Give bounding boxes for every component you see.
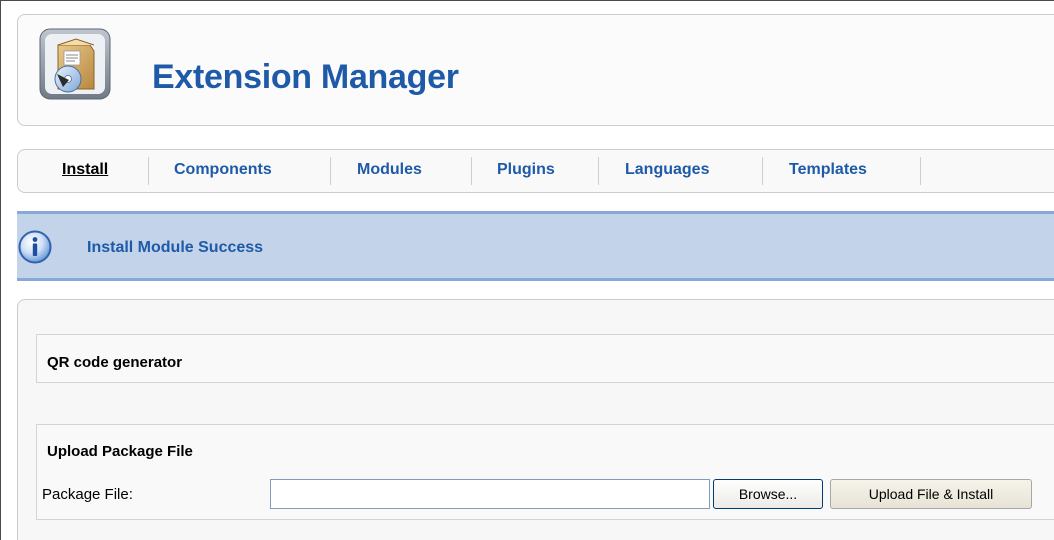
tab-components[interactable]: Components: [174, 161, 272, 179]
page-title: Extension Manager: [152, 58, 459, 96]
tab-modules[interactable]: Modules: [357, 161, 422, 179]
tabs-bar: Install Components Modules Plugins Langu…: [17, 149, 1054, 193]
tab-plugins[interactable]: Plugins: [497, 161, 555, 179]
module-name: QR code generator: [47, 354, 183, 371]
package-file-input[interactable]: [270, 479, 710, 509]
info-icon: [18, 230, 52, 264]
main-panel: QR code generator Upload Package File Pa…: [17, 299, 1054, 540]
extension-box-icon: [38, 27, 114, 103]
tab-separator: [330, 157, 331, 185]
tab-separator: [762, 157, 763, 185]
upload-box: Upload Package File Package File: Browse…: [36, 424, 1054, 520]
browse-button[interactable]: Browse...: [713, 479, 823, 509]
upload-install-button[interactable]: Upload File & Install: [830, 479, 1032, 509]
tab-install[interactable]: Install: [62, 161, 108, 179]
tab-languages[interactable]: Languages: [625, 161, 709, 179]
tab-separator: [148, 157, 149, 185]
message-bar: Install Module Success: [17, 211, 1054, 281]
tab-templates[interactable]: Templates: [789, 161, 867, 179]
tab-separator: [471, 157, 472, 185]
package-file-label: Package File:: [42, 486, 133, 503]
tab-separator: [920, 157, 921, 185]
tab-separator: [598, 157, 599, 185]
upload-title: Upload Package File: [47, 443, 193, 460]
header-panel: Extension Manager: [17, 14, 1054, 126]
module-box: QR code generator: [36, 334, 1054, 383]
message-text: Install Module Success: [87, 239, 264, 256]
window-frame: Extension Manager Install Components Mod…: [0, 0, 1054, 540]
